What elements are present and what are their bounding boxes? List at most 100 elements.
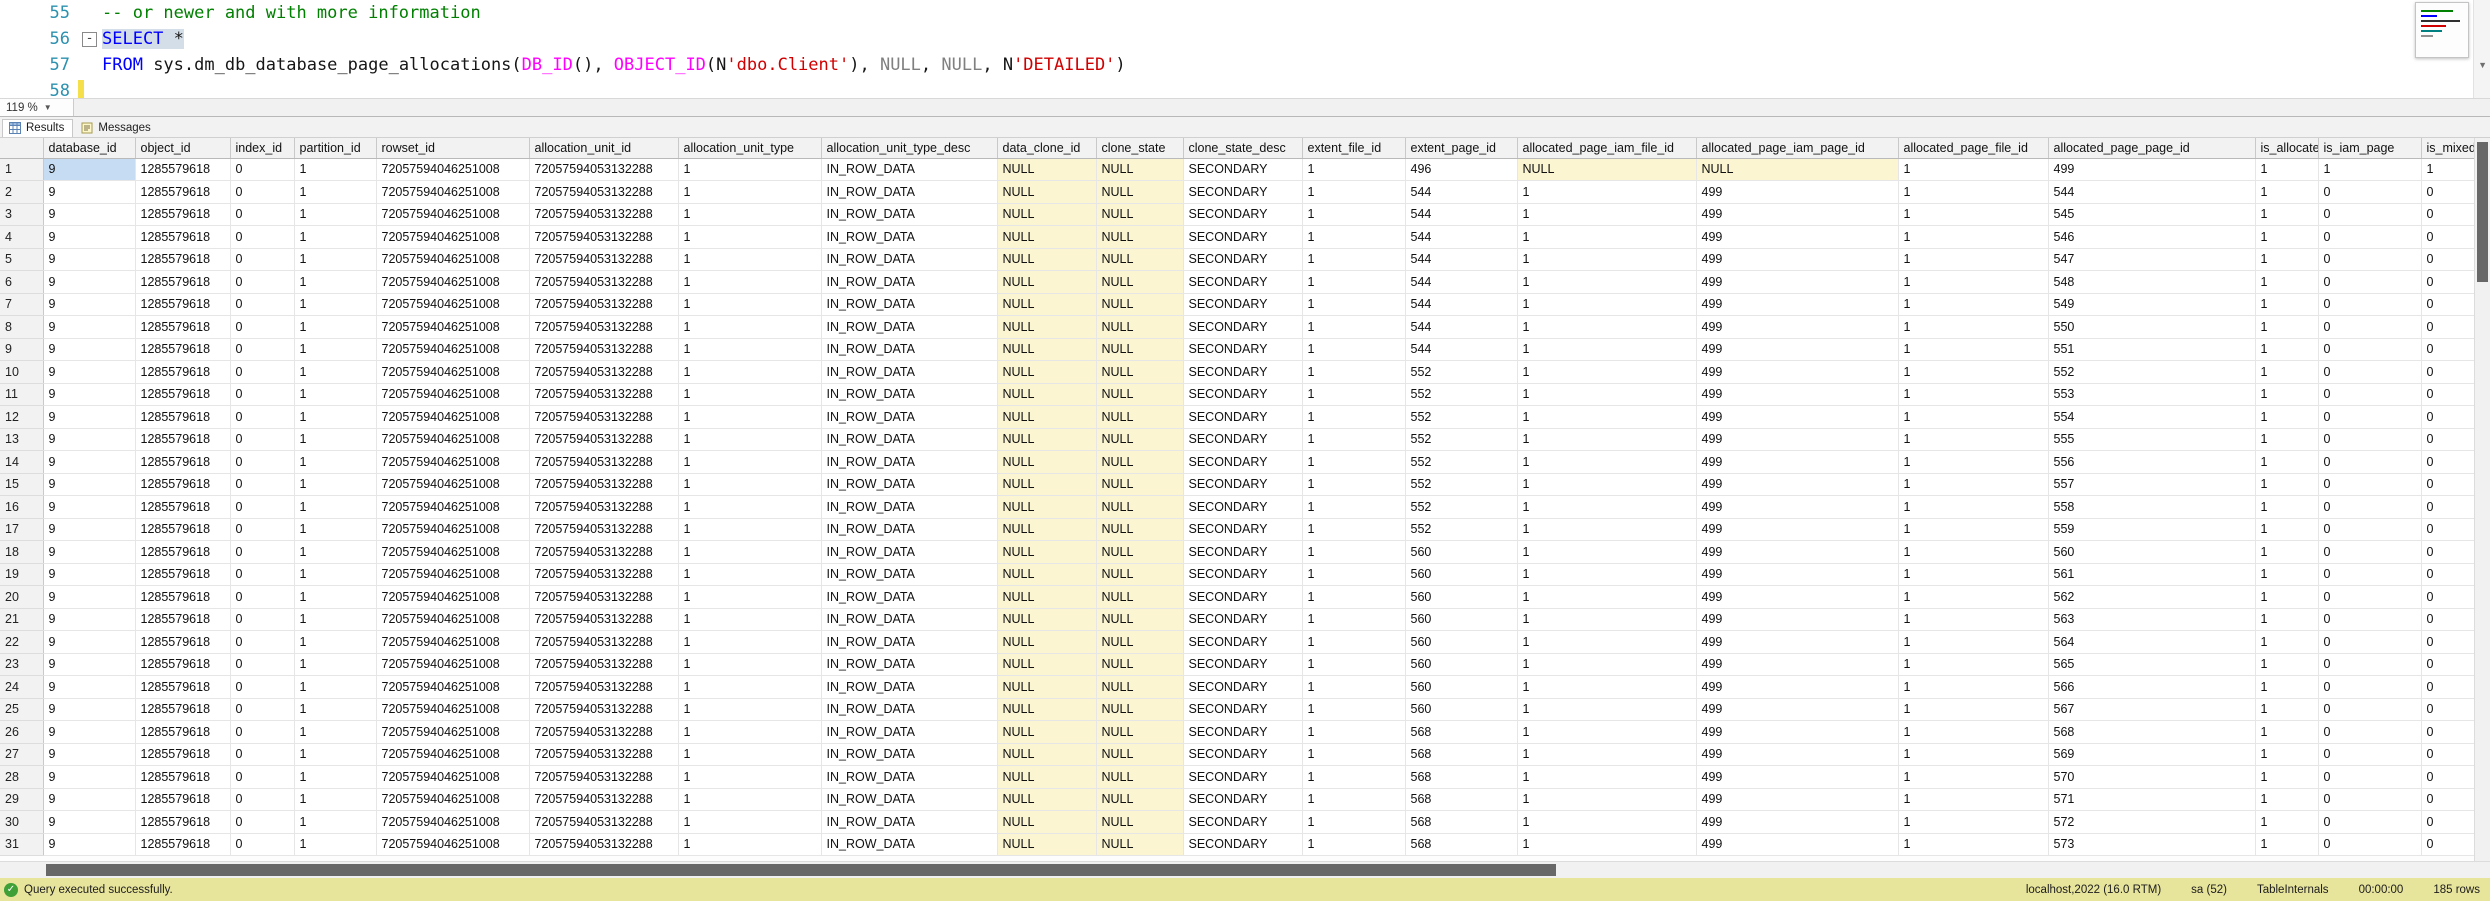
grid-cell[interactable]: NULL	[997, 158, 1096, 181]
grid-cell[interactable]: SECONDARY	[1183, 541, 1302, 564]
grid-cell[interactable]: 1285579618	[135, 586, 230, 609]
grid-cell[interactable]: 0	[230, 541, 294, 564]
grid-cell[interactable]: 1	[678, 496, 821, 519]
grid-cell[interactable]: NULL	[997, 473, 1096, 496]
grid-cell[interactable]: 1	[2255, 541, 2318, 564]
grid-cell[interactable]: NULL	[997, 226, 1096, 249]
grid-cell[interactable]: NULL	[997, 203, 1096, 226]
grid-cell[interactable]: 1	[1517, 586, 1696, 609]
grid-cell[interactable]: 1	[294, 811, 376, 834]
grid-cell[interactable]: 499	[1696, 226, 1898, 249]
grid-cell[interactable]: 561	[2048, 563, 2255, 586]
grid-cell[interactable]: 1	[678, 271, 821, 294]
grid-cell[interactable]: 499	[1696, 788, 1898, 811]
grid-cell[interactable]: 560	[1405, 676, 1517, 699]
grid-cell[interactable]: NULL	[997, 788, 1096, 811]
grid-cell[interactable]: 1	[2255, 653, 2318, 676]
tab-results[interactable]: Results	[2, 119, 73, 137]
row-header[interactable]: 15	[0, 473, 43, 496]
grid-cell[interactable]: 562	[2048, 586, 2255, 609]
column-header-allocation_unit_type[interactable]: allocation_unit_type	[678, 138, 821, 158]
grid-cell[interactable]: 0	[230, 833, 294, 856]
grid-cell[interactable]: 499	[1696, 563, 1898, 586]
grid-cell[interactable]: NULL	[997, 428, 1096, 451]
grid-cell[interactable]: 1	[1302, 428, 1405, 451]
grid-cell[interactable]: 549	[2048, 293, 2255, 316]
grid-cell[interactable]: 9	[43, 833, 135, 856]
grid-cell[interactable]: IN_ROW_DATA	[821, 271, 997, 294]
grid-cell[interactable]: 72057594053132288	[529, 518, 678, 541]
grid-cell[interactable]: 499	[1696, 203, 1898, 226]
grid-cell[interactable]: 1	[294, 518, 376, 541]
grid-cell[interactable]: 1	[2255, 833, 2318, 856]
grid-cell[interactable]: NULL	[1096, 181, 1183, 204]
grid-cell[interactable]: 1285579618	[135, 653, 230, 676]
column-header-allocation_unit_id[interactable]: allocation_unit_id	[529, 138, 678, 158]
grid-cell[interactable]: 1	[294, 383, 376, 406]
grid-cell[interactable]: 72057594046251008	[376, 226, 529, 249]
grid-cell[interactable]: 9	[43, 406, 135, 429]
grid-cell[interactable]: NULL	[1096, 586, 1183, 609]
grid-cell[interactable]: 544	[1405, 271, 1517, 294]
grid-cell[interactable]: 0	[230, 271, 294, 294]
grid-cell[interactable]: 1285579618	[135, 676, 230, 699]
grid-cell[interactable]: NULL	[1096, 158, 1183, 181]
grid-cell[interactable]: 1	[1898, 338, 2048, 361]
grid-cell[interactable]: 1	[1898, 721, 2048, 744]
grid-cell[interactable]: 499	[1696, 383, 1898, 406]
grid-cell[interactable]: 1	[678, 833, 821, 856]
grid-cell[interactable]: 1	[1517, 203, 1696, 226]
grid-cell[interactable]: 554	[2048, 406, 2255, 429]
grid-cell[interactable]: 555	[2048, 428, 2255, 451]
grid-cell[interactable]: 1	[1517, 653, 1696, 676]
column-header-data_clone_id[interactable]: data_clone_id	[997, 138, 1096, 158]
grid-cell[interactable]: 72057594053132288	[529, 631, 678, 654]
grid-cell[interactable]: 72057594046251008	[376, 338, 529, 361]
grid-cell[interactable]: 72057594053132288	[529, 383, 678, 406]
grid-cell[interactable]: 573	[2048, 833, 2255, 856]
grid-cell[interactable]: 545	[2048, 203, 2255, 226]
row-header[interactable]: 4	[0, 226, 43, 249]
grid-cell[interactable]: 1285579618	[135, 361, 230, 384]
grid-cell[interactable]: 1	[678, 203, 821, 226]
grid-cell[interactable]: 1	[2255, 518, 2318, 541]
grid-cell[interactable]: 72057594046251008	[376, 631, 529, 654]
grid-cell[interactable]: 0	[2318, 293, 2421, 316]
grid-cell[interactable]: 1	[294, 676, 376, 699]
grid-cell[interactable]: 0	[2318, 586, 2421, 609]
grid-cell[interactable]: 571	[2048, 788, 2255, 811]
grid-cell[interactable]: NULL	[1096, 766, 1183, 789]
row-header[interactable]: 18	[0, 541, 43, 564]
grid-cell[interactable]: 1	[1302, 833, 1405, 856]
grid-cell[interactable]: 1	[1302, 811, 1405, 834]
grid-cell[interactable]: 0	[230, 428, 294, 451]
grid-cell[interactable]: IN_ROW_DATA	[821, 811, 997, 834]
grid-cell[interactable]: 9	[43, 226, 135, 249]
grid-cell[interactable]: 1	[1302, 271, 1405, 294]
row-header[interactable]: 10	[0, 361, 43, 384]
grid-cell[interactable]: 9	[43, 158, 135, 181]
grid-cell[interactable]: 0	[2318, 406, 2421, 429]
row-header[interactable]: 22	[0, 631, 43, 654]
grid-cell[interactable]: 1	[2255, 608, 2318, 631]
grid-cell[interactable]: 72057594053132288	[529, 788, 678, 811]
grid-cell[interactable]: NULL	[1096, 743, 1183, 766]
grid-cell[interactable]: 0	[2318, 811, 2421, 834]
grid-cell[interactable]: 558	[2048, 496, 2255, 519]
tab-messages[interactable]: Messages	[75, 120, 158, 137]
grid-cell[interactable]: 1	[1517, 743, 1696, 766]
grid-cell[interactable]: 1	[2255, 743, 2318, 766]
grid-cell[interactable]: 1285579618	[135, 293, 230, 316]
grid-cell[interactable]: NULL	[997, 608, 1096, 631]
fold-collapse-icon[interactable]: -	[82, 32, 97, 47]
grid-cell[interactable]: 560	[1405, 563, 1517, 586]
grid-cell[interactable]: 1	[294, 788, 376, 811]
editor-line[interactable]: 58	[0, 78, 2490, 98]
grid-cell[interactable]: NULL	[1517, 158, 1696, 181]
grid-cell[interactable]: 1	[294, 316, 376, 339]
grid-cell[interactable]: 499	[1696, 428, 1898, 451]
grid-cell[interactable]: 499	[1696, 631, 1898, 654]
grid-cell[interactable]: SECONDARY	[1183, 631, 1302, 654]
grid-cell[interactable]: 72057594053132288	[529, 676, 678, 699]
grid-cell[interactable]: NULL	[997, 496, 1096, 519]
